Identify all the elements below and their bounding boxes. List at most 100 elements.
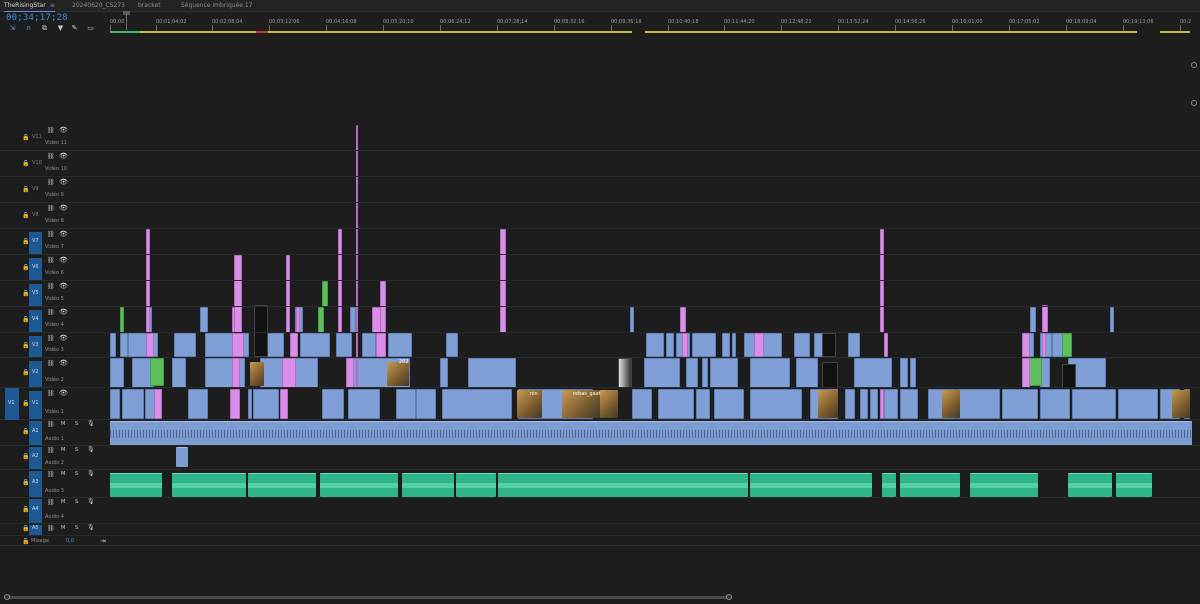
lock-icon[interactable]: 🔒 (22, 428, 29, 435)
track-id[interactable]: V4 (32, 316, 39, 322)
vertical-scroll-handle[interactable] (1191, 100, 1197, 106)
lock-icon[interactable]: 🔒 (22, 264, 29, 271)
track-id[interactable]: V2 (32, 369, 39, 375)
sync-lock-icon[interactable]: ⛓ (47, 257, 55, 264)
sync-lock-icon[interactable]: ⛓ (47, 499, 55, 506)
lock-icon[interactable]: 🔒 (22, 453, 29, 460)
captions-icon[interactable]: ▭ (86, 24, 95, 33)
horizontal-scrollbar[interactable] (8, 596, 730, 599)
lock-icon[interactable]: 🔒 (22, 506, 29, 513)
track-id[interactable]: A5 (32, 525, 39, 531)
tab-bracket[interactable]: bracket (138, 0, 161, 12)
solo-button[interactable]: S (75, 525, 78, 531)
voiceover-mic-icon[interactable]: 🎙 (87, 420, 95, 427)
track-id[interactable]: V6 (32, 264, 39, 270)
eye-icon[interactable]: 👁 (59, 178, 68, 186)
lock-icon[interactable]: 🔒 (22, 134, 29, 141)
lock-icon[interactable]: 🔒 (22, 342, 29, 349)
solo-button[interactable]: S (75, 447, 78, 453)
eye-icon[interactable]: 👁 (59, 230, 68, 238)
sync-lock-icon[interactable]: ⛓ (47, 205, 55, 212)
sync-lock-icon[interactable]: ⛓ (47, 283, 55, 290)
track-id[interactable]: A3 (32, 479, 39, 485)
lock-icon[interactable]: 🔒 (22, 290, 29, 297)
go-to-end-icon[interactable]: ⇥ (100, 537, 106, 545)
tab-sequence-imbriquee-17[interactable]: Séquence imbriquée 17 (181, 0, 253, 12)
mute-button[interactable]: M (61, 499, 65, 505)
lock-icon[interactable]: 🔒 (22, 369, 29, 376)
tab-therisingstar[interactable]: TheRisingStar ≡ (4, 0, 55, 12)
work-area-bar[interactable] (645, 31, 1137, 33)
eye-icon[interactable]: 👁 (59, 334, 68, 342)
eye-icon[interactable]: 👁 (59, 152, 68, 160)
linked-selection-icon[interactable]: ⧉ (40, 24, 49, 33)
sync-lock-icon[interactable]: ⛓ (47, 231, 55, 238)
mix-value[interactable]: 0,0 (66, 538, 74, 544)
sync-lock-icon[interactable]: ⛓ (47, 447, 55, 454)
sync-lock-icon[interactable]: ⛓ (47, 179, 55, 186)
eye-icon[interactable]: 👁 (59, 126, 68, 134)
lock-icon[interactable]: 🔒 (22, 400, 29, 407)
voiceover-mic-icon[interactable]: 🎙 (87, 498, 95, 505)
lock-icon[interactable]: 🔒 (22, 212, 29, 219)
sync-lock-icon[interactable]: ⛓ (47, 153, 55, 160)
wrench-icon[interactable]: ✎ (70, 24, 79, 33)
eye-icon[interactable]: 👁 (59, 359, 68, 367)
tab-20240620-cs273[interactable]: 20240620_CS273 (72, 0, 125, 12)
mute-button[interactable]: M (61, 421, 65, 427)
track-id[interactable]: V1 (32, 400, 39, 406)
eye-icon[interactable]: 👁 (59, 389, 68, 397)
track-name: Vidéo 10 (45, 166, 67, 172)
lock-icon[interactable]: 🔒 (22, 160, 29, 167)
work-area-bar[interactable] (1160, 31, 1190, 33)
scroll-right-handle[interactable] (726, 594, 732, 600)
nest-sequence-icon[interactable]: ⇲ (8, 24, 17, 33)
sync-lock-icon[interactable]: ⛓ (47, 309, 55, 316)
work-area-bar[interactable] (110, 31, 632, 33)
sync-lock-icon[interactable]: ⛓ (47, 421, 55, 428)
mute-button[interactable]: M (61, 471, 65, 477)
voiceover-mic-icon[interactable]: 🎙 (87, 446, 95, 453)
track-id[interactable]: V10 (32, 160, 42, 166)
voiceover-mic-icon[interactable]: 🎙 (87, 524, 95, 531)
mute-button[interactable]: M (61, 447, 65, 453)
scroll-left-handle[interactable] (4, 594, 10, 600)
eye-icon[interactable]: 👁 (59, 282, 68, 290)
lock-icon[interactable]: 🔒 (22, 538, 29, 545)
add-marker-icon[interactable]: ▼ (56, 24, 65, 33)
track-id[interactable]: V5 (32, 290, 39, 296)
eye-icon[interactable]: 👁 (59, 308, 68, 316)
vertical-scroll-handle[interactable] (1191, 62, 1197, 68)
sync-lock-icon[interactable]: ⛓ (47, 335, 55, 342)
solo-button[interactable]: S (75, 471, 78, 477)
track-id[interactable]: V7 (32, 238, 39, 244)
voiceover-mic-icon[interactable]: 🎙 (87, 470, 95, 477)
eye-icon[interactable]: 👁 (59, 256, 68, 264)
lock-icon[interactable]: 🔒 (22, 479, 29, 486)
sync-lock-icon[interactable]: ⛓ (47, 390, 55, 397)
sync-lock-icon[interactable]: ⛓ (47, 127, 55, 134)
lock-icon[interactable]: 🔒 (22, 525, 29, 532)
mute-button[interactable]: M (61, 525, 65, 531)
sync-lock-icon[interactable]: ⛓ (47, 471, 55, 478)
track-id[interactable]: A2 (32, 453, 39, 459)
track-id[interactable]: V11 (32, 134, 42, 140)
lock-icon[interactable]: 🔒 (22, 316, 29, 323)
ruler-timecode-label: 00;00 (110, 19, 125, 25)
sync-lock-icon[interactable]: ⛓ (47, 525, 55, 532)
tab-menu-icon[interactable]: ≡ (50, 2, 55, 9)
solo-button[interactable]: S (75, 499, 78, 505)
sync-lock-icon[interactable]: ⛓ (47, 360, 55, 367)
playhead-timecode[interactable]: 00;34;17;28 (6, 13, 68, 23)
snap-icon[interactable]: ∩ (24, 24, 33, 33)
track-id[interactable]: A1 (32, 428, 39, 434)
lock-icon[interactable]: 🔒 (22, 186, 29, 193)
solo-button[interactable]: S (75, 421, 78, 427)
eye-icon[interactable]: 👁 (59, 204, 68, 212)
track-id[interactable]: V8 (32, 212, 39, 218)
ruler-timecode-label: 00;19;13;06 (1123, 19, 1154, 25)
lock-icon[interactable]: 🔒 (22, 238, 29, 245)
track-id[interactable]: A4 (32, 506, 39, 512)
track-id[interactable]: V3 (32, 342, 39, 348)
track-id[interactable]: V9 (32, 186, 39, 192)
